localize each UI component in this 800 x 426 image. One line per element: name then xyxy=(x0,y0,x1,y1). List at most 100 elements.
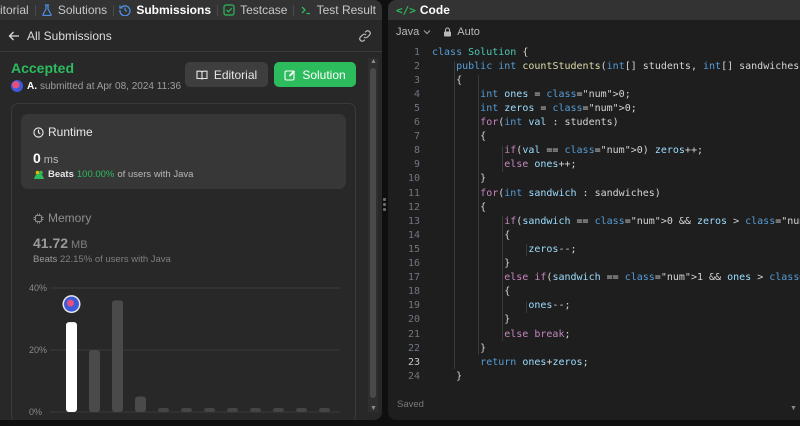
line-number: 12 xyxy=(407,201,420,213)
code-panel-header: </> Code xyxy=(388,0,800,20)
scroll-down-icon[interactable]: ▼ xyxy=(370,405,377,412)
code-text[interactable]: } xyxy=(432,371,462,382)
code-text[interactable]: { xyxy=(432,286,510,297)
line-number: 1 xyxy=(413,46,420,58)
code-line[interactable]: 14 { xyxy=(388,228,800,242)
username[interactable]: A. xyxy=(27,81,37,92)
scroll-down-icon[interactable]: ▼ xyxy=(790,405,797,412)
code-line[interactable]: 19 ones--; xyxy=(388,299,800,313)
chart-bar[interactable] xyxy=(204,407,215,412)
tab-test-result[interactable]: Test Result xyxy=(294,0,382,20)
chart-bar[interactable] xyxy=(250,407,261,412)
code-line[interactable]: 24 } xyxy=(388,369,800,383)
link-icon[interactable] xyxy=(358,29,372,43)
line-number: 24 xyxy=(407,370,420,382)
code-text[interactable]: { xyxy=(432,230,510,241)
code-text[interactable]: public int countStudents(int[] students,… xyxy=(432,61,800,72)
code-text[interactable]: return ones+zeros; xyxy=(432,357,588,368)
runtime-beats-label: Beats xyxy=(48,169,74,180)
code-line[interactable]: 18 { xyxy=(388,285,800,299)
tab-testcase[interactable]: Testcase xyxy=(217,0,293,20)
chart-bar[interactable] xyxy=(89,350,100,412)
chart-bar[interactable] xyxy=(296,407,307,412)
language-select[interactable]: Java xyxy=(396,26,431,38)
solution-button[interactable]: Solution xyxy=(274,62,356,87)
code-text[interactable]: for(int sandwich : sandwiches) xyxy=(432,188,661,199)
code-text[interactable]: for(int val : students) xyxy=(432,117,619,128)
code-line[interactable]: 17 else if(sandwich == class="num">1 && … xyxy=(388,271,800,285)
submission-meta: A. submitted at Apr 08, 2024 11:36 xyxy=(11,80,181,92)
code-line[interactable]: 3 { xyxy=(388,73,800,87)
code-line[interactable]: 5 int zeros = class="num">0; xyxy=(388,101,800,115)
code-text[interactable]: { xyxy=(432,75,462,86)
chart-bar[interactable] xyxy=(319,407,330,412)
code-text[interactable]: ones--; xyxy=(432,300,570,311)
scroll-up-icon[interactable]: ▲ xyxy=(370,58,377,65)
code-line[interactable]: 22 } xyxy=(388,341,800,355)
code-line[interactable]: 2 public int countStudents(int[] student… xyxy=(388,59,800,73)
chart-bar[interactable] xyxy=(181,407,192,412)
code-line[interactable]: 4 int ones = class="num">0; xyxy=(388,87,800,101)
code-line[interactable]: 10 } xyxy=(388,172,800,186)
editorial-button[interactable]: Editorial xyxy=(185,62,268,87)
line-number: 20 xyxy=(407,314,420,326)
code-line[interactable]: 20 } xyxy=(388,313,800,327)
code-line[interactable]: 7 { xyxy=(388,130,800,144)
edit-icon xyxy=(284,69,296,81)
tab-solutions[interactable]: Solutions xyxy=(35,0,113,20)
chart-bar[interactable] xyxy=(273,407,284,412)
code-line[interactable]: 9 else ones++; xyxy=(388,158,800,172)
panel-resize-handle[interactable] xyxy=(383,198,386,212)
runtime-value: 0 ms xyxy=(33,150,58,166)
code-text[interactable]: int ones = class="num">0; xyxy=(432,89,631,100)
memory-title[interactable]: Memory xyxy=(33,211,91,225)
code-editor[interactable]: 1 class Solution {2 public int countStude… xyxy=(388,44,800,384)
code-line[interactable]: 12 { xyxy=(388,200,800,214)
code-line[interactable]: 1 class Solution { xyxy=(388,45,800,59)
chart-bar[interactable] xyxy=(66,322,77,412)
auto-mode-toggle[interactable]: Auto xyxy=(443,26,480,38)
tab-editorial[interactable]: itorial xyxy=(0,0,35,20)
line-number: 16 xyxy=(407,258,420,269)
chart-bar[interactable] xyxy=(227,407,238,412)
code-line[interactable]: 16 } xyxy=(388,257,800,271)
save-status: Saved xyxy=(397,399,424,410)
back-arrow-icon[interactable] xyxy=(8,29,22,43)
code-line[interactable]: 21 else break; xyxy=(388,327,800,341)
code-text[interactable]: if(val == class="num">0) zeros++; xyxy=(432,145,703,156)
code-text[interactable]: if(sandwich == class="num">0 && zeros > … xyxy=(432,216,800,227)
avatar[interactable] xyxy=(11,80,23,92)
left-scrollbar-thumb[interactable] xyxy=(370,68,376,398)
editor-scrollbar[interactable]: ▼ xyxy=(789,60,799,412)
solution-button-label: Solution xyxy=(302,67,346,82)
code-line[interactable]: 11 for(int sandwich : sandwiches) xyxy=(388,186,800,200)
chart-bar[interactable] xyxy=(158,407,169,412)
memory-suffix: of users with Java xyxy=(94,254,171,265)
code-line[interactable]: 6 for(int val : students) xyxy=(388,116,800,130)
code-text[interactable]: else if(sandwich == class="num">1 && one… xyxy=(432,272,800,283)
memory-number: 41.72 xyxy=(33,235,69,251)
code-text[interactable]: } xyxy=(432,314,510,325)
tab-submissions[interactable]: Submissions xyxy=(113,0,217,20)
tab-testcase-label: Testcase xyxy=(240,3,288,17)
editor-toolbar: Java Auto xyxy=(388,20,800,44)
leetcode-beats-icon xyxy=(33,170,45,180)
line-number: 9 xyxy=(413,159,420,171)
left-scrollbar[interactable]: ▲ ▼ xyxy=(368,58,378,412)
runtime-card[interactable]: Runtime 0 ms Beats 100.00% of users with … xyxy=(21,114,346,189)
code-text[interactable]: } xyxy=(432,258,510,269)
chart-bar[interactable] xyxy=(135,396,146,413)
code-line[interactable]: 8 if(val == class="num">0) zeros++; xyxy=(388,144,800,158)
chart-bar[interactable] xyxy=(112,300,123,412)
code-text[interactable]: int zeros = class="num">0; xyxy=(432,103,637,114)
user-position-avatar[interactable] xyxy=(62,295,81,314)
all-submissions-link[interactable]: All Submissions xyxy=(27,29,112,43)
line-number: 13 xyxy=(407,215,420,227)
code-text[interactable]: class Solution { xyxy=(432,47,528,58)
indent-guide xyxy=(526,244,528,257)
code-line[interactable]: 13 if(sandwich == class="num">0 && zeros… xyxy=(388,214,800,228)
memory-distribution-chart[interactable]: 40% 20% 0% xyxy=(22,278,352,420)
book-icon xyxy=(196,69,208,81)
code-line[interactable]: 15 zeros--; xyxy=(388,242,800,256)
code-line[interactable]: 23 return ones+zeros; xyxy=(388,355,800,369)
